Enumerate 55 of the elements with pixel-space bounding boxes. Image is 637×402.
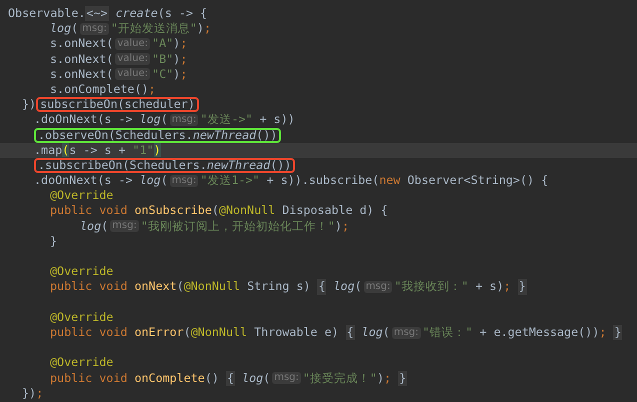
- code-text: s.onNext(: [50, 52, 114, 67]
- code-text: });: [22, 386, 44, 401]
- code-text: create(s -> {: [114, 6, 208, 22]
- code-text: "我接收到：" + s);: [394, 279, 512, 295]
- code-text: s.onComplete();: [50, 82, 156, 98]
- code-text: .doOnNext(s -> log(: [34, 173, 168, 188]
- folded-code[interactable]: {: [346, 324, 355, 340]
- code-text: log(: [360, 324, 390, 340]
- code-text: "发送1->" + s)).subscribe(new Observer<String>() {: [200, 173, 548, 188]
- parameter-hint: msg:: [80, 22, 109, 35]
- code-text: .map(s -> s + "1"): [34, 142, 161, 158]
- code-text: public void onError(@NonNull Throwable e): [50, 324, 340, 340]
- code-text: public void onSubscribe(@NonNull Disposable d) {: [50, 203, 388, 219]
- code-text: "错误：" + e.getMessage());: [422, 324, 608, 340]
- folded-code[interactable]: {: [317, 279, 326, 295]
- code-text: public void onComplete(): [50, 370, 220, 386]
- code-text: "发送->" + s)): [200, 112, 295, 128]
- parameter-hint: msg:: [364, 280, 392, 293]
- code-text: log(: [80, 218, 108, 234]
- code-text: @Override: [50, 310, 114, 325]
- folded-code[interactable]: {: [226, 370, 235, 386]
- code-text: "我刚被订阅上，开始初始化工作！");: [140, 218, 350, 234]
- code-text: }: [50, 234, 58, 250]
- code-text: "接受完成！");: [302, 370, 392, 386]
- folded-code[interactable]: <~>: [85, 6, 109, 22]
- parameter-hint: msg:: [110, 220, 139, 232]
- code-text: @Override: [50, 188, 114, 204]
- code-text: "开始发送消息");: [110, 21, 212, 36]
- parameter-hint: msg:: [392, 326, 420, 339]
- code-text: .doOnNext(s -> log(: [34, 112, 168, 128]
- parameter-hint: value:: [115, 53, 150, 66]
- code-text: @Override: [50, 355, 114, 371]
- code-text: public void onNext(@NonNull String s): [50, 279, 312, 295]
- code-text: log(: [332, 279, 362, 295]
- folded-code[interactable]: }: [613, 324, 622, 340]
- parameter-hint: msg:: [272, 372, 301, 384]
- code-text: .observeOn(Schedulers.newThread()): [38, 130, 278, 141]
- folded-code[interactable]: }: [398, 370, 408, 386]
- code-text: Observable.: [8, 6, 86, 22]
- parameter-hint: msg:: [170, 174, 198, 187]
- parameter-hint: value:: [115, 38, 150, 50]
- folded-code[interactable]: }: [518, 279, 527, 295]
- code-text: log(: [241, 370, 270, 386]
- code-text: "B");: [152, 52, 188, 67]
- parameter-hint: msg:: [170, 114, 198, 126]
- code-text: }): [22, 97, 36, 112]
- code-text: log(: [50, 21, 78, 36]
- code-text: s.onNext(: [50, 36, 114, 52]
- code-text: .subscribeOn(Schedulers.newThread()): [38, 160, 292, 171]
- code-text: s.onNext(: [50, 66, 114, 82]
- code-text: @Override: [50, 264, 114, 280]
- parameter-hint: value:: [115, 68, 150, 80]
- code-text: "C");: [152, 66, 188, 82]
- code-text: "A");: [152, 36, 188, 52]
- code-text: subscribeOn(scheduler): [40, 99, 195, 110]
